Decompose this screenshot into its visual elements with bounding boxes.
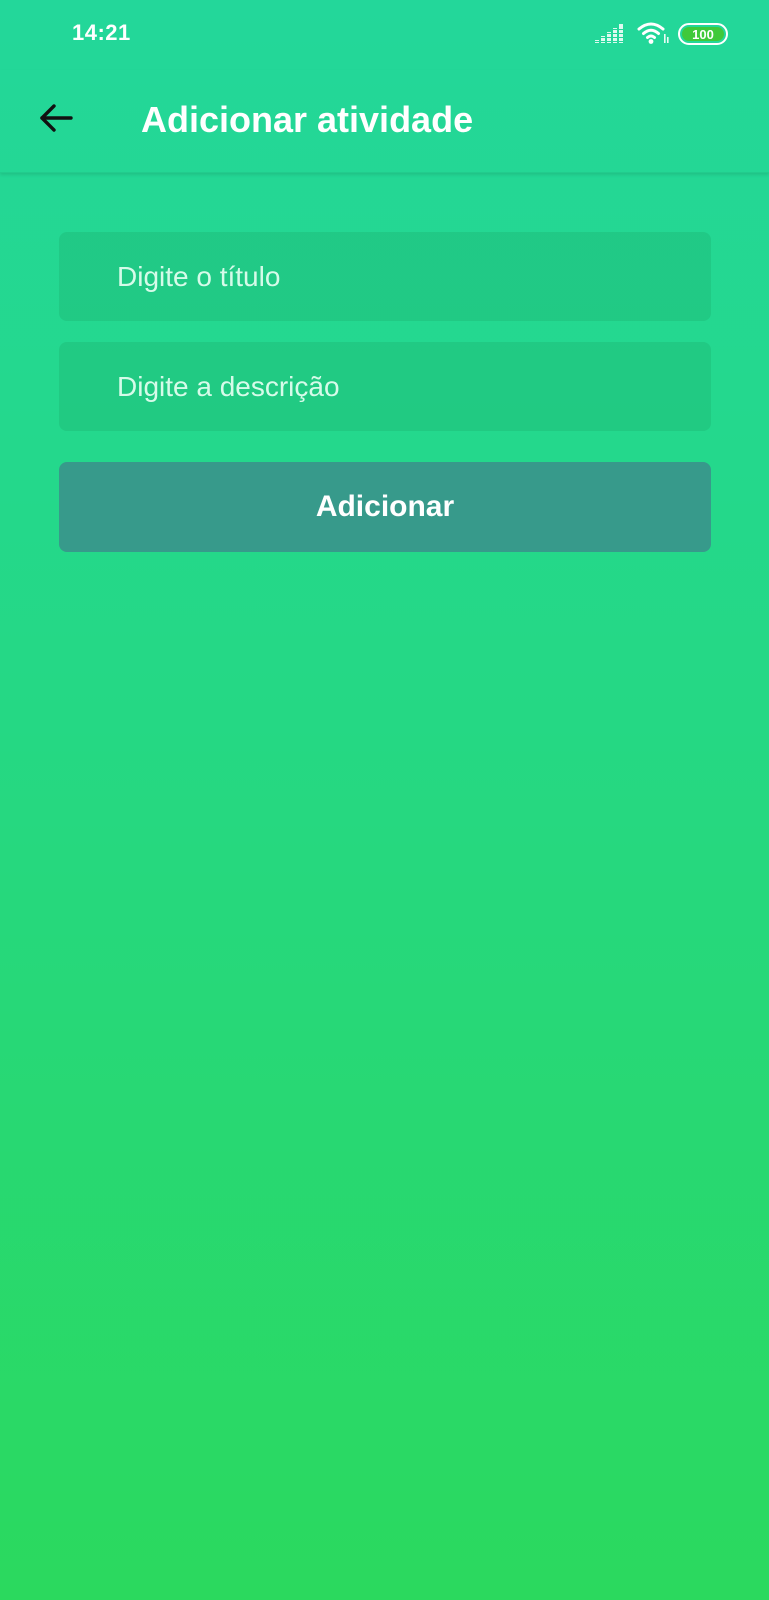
app-bar: Adicionar atividade: [0, 70, 769, 173]
add-button[interactable]: Adicionar: [59, 462, 711, 552]
cellular-signal-icon: [595, 24, 625, 46]
battery-level: 100: [682, 27, 724, 41]
wifi-icon: [636, 20, 670, 46]
battery-icon: 100: [678, 23, 728, 45]
status-bar: 14:21 100: [0, 0, 769, 70]
status-time: 14:21: [72, 20, 131, 45]
page-title: Adicionar atividade: [141, 99, 474, 140]
description-field[interactable]: [59, 342, 711, 431]
back-button[interactable]: [28, 92, 84, 148]
title-field[interactable]: [59, 232, 711, 321]
title-input[interactable]: [59, 232, 711, 321]
description-input[interactable]: [59, 342, 711, 431]
arrow-left-icon: [38, 102, 74, 139]
